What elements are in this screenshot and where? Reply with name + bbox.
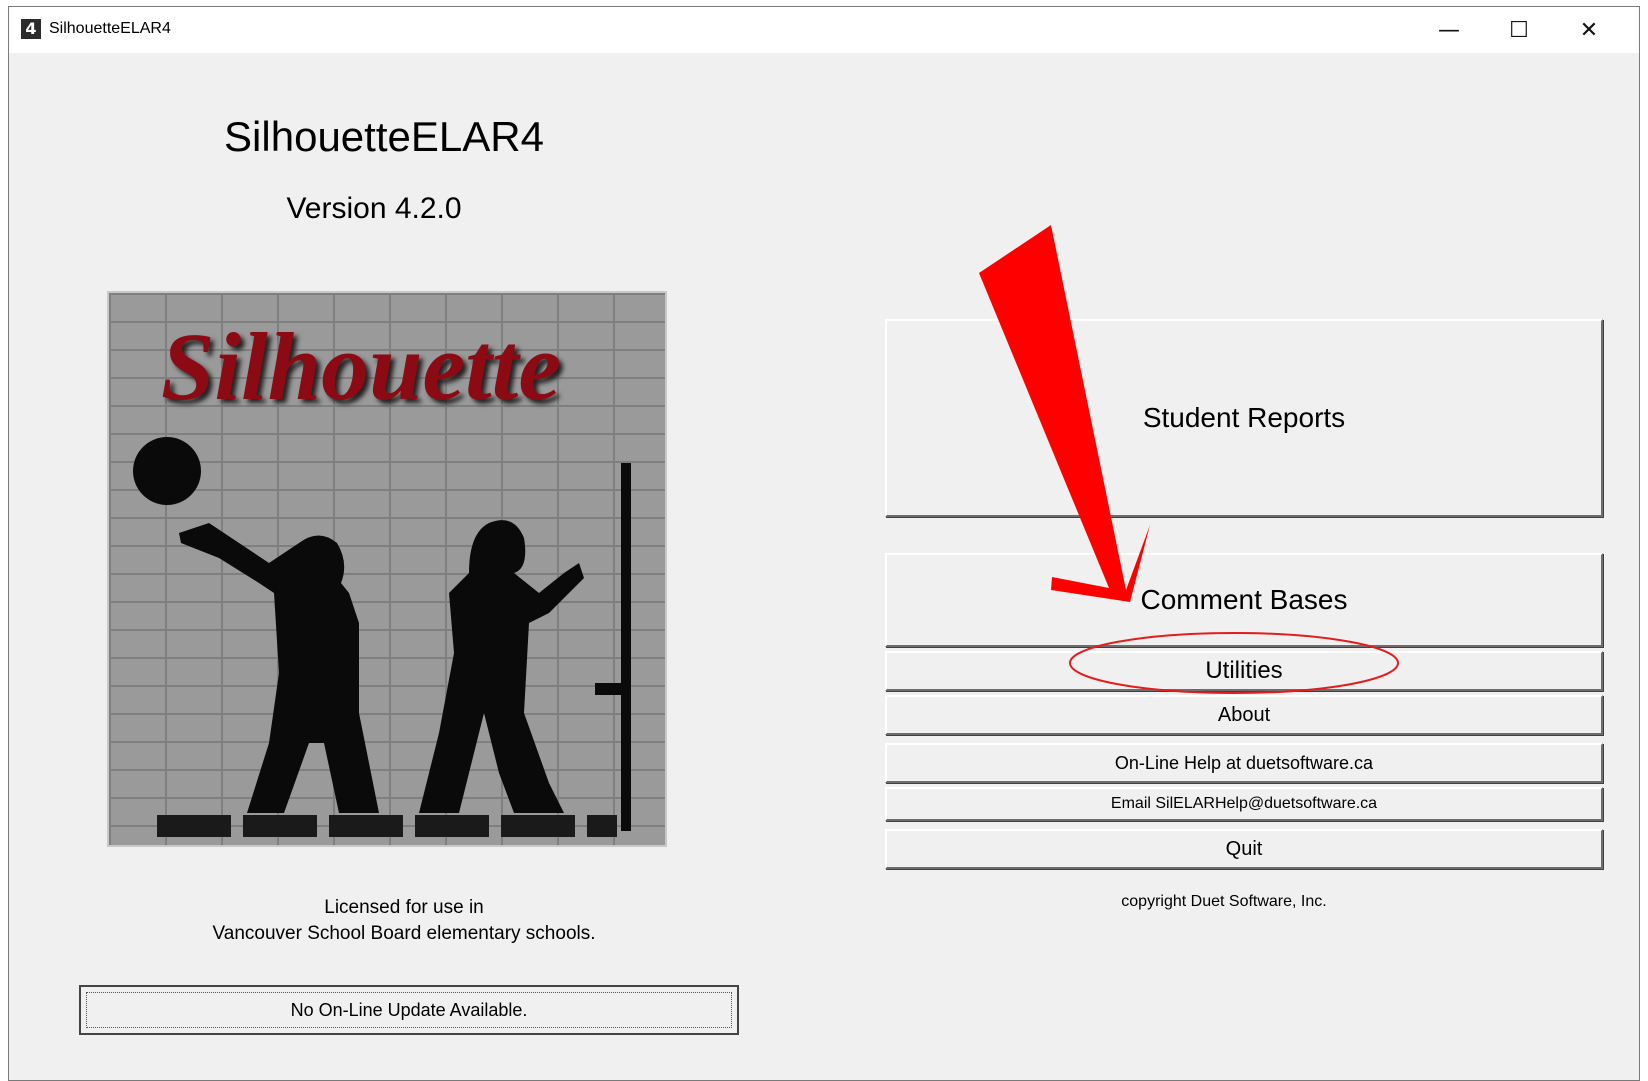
- window-title: SilhouetteELAR4: [49, 20, 171, 37]
- maximize-icon[interactable]: ☐: [1487, 7, 1551, 53]
- comment-bases-button[interactable]: Comment Bases: [885, 553, 1603, 647]
- silhouette-logo-image: Silhouette: [107, 291, 667, 847]
- silhouette-figures: [133, 437, 631, 837]
- minimize-icon[interactable]: —: [1417, 7, 1481, 53]
- app-title: SilhouetteELAR4: [224, 113, 544, 160]
- app-icon: 4: [21, 19, 41, 39]
- email-help-button[interactable]: Email SilELARHelp@duetsoftware.ca: [885, 787, 1603, 821]
- online-help-button[interactable]: On-Line Help at duetsoftware.ca: [885, 743, 1603, 783]
- quit-button[interactable]: Quit: [885, 829, 1603, 869]
- copyright-text: copyright Duet Software, Inc.: [1121, 893, 1327, 910]
- student-reports-button[interactable]: Student Reports: [885, 319, 1603, 517]
- app-window: 4 SilhouetteELAR4 — ☐ ✕ SilhouetteELAR4 …: [8, 6, 1640, 1081]
- title-bar[interactable]: 4 SilhouetteELAR4 — ☐ ✕: [9, 7, 1639, 53]
- license-line-1: Licensed for use in: [324, 897, 484, 918]
- version-label: Version 4.2.0: [286, 192, 462, 225]
- close-icon[interactable]: ✕: [1557, 7, 1621, 53]
- about-button[interactable]: About: [885, 695, 1603, 735]
- utilities-button[interactable]: Utilities: [885, 651, 1603, 691]
- license-line-2: Vancouver School Board elementary school…: [212, 923, 596, 944]
- license-text: Licensed for use in Vancouver School Boa…: [159, 895, 649, 947]
- online-update-button[interactable]: No On-Line Update Available.: [79, 985, 739, 1035]
